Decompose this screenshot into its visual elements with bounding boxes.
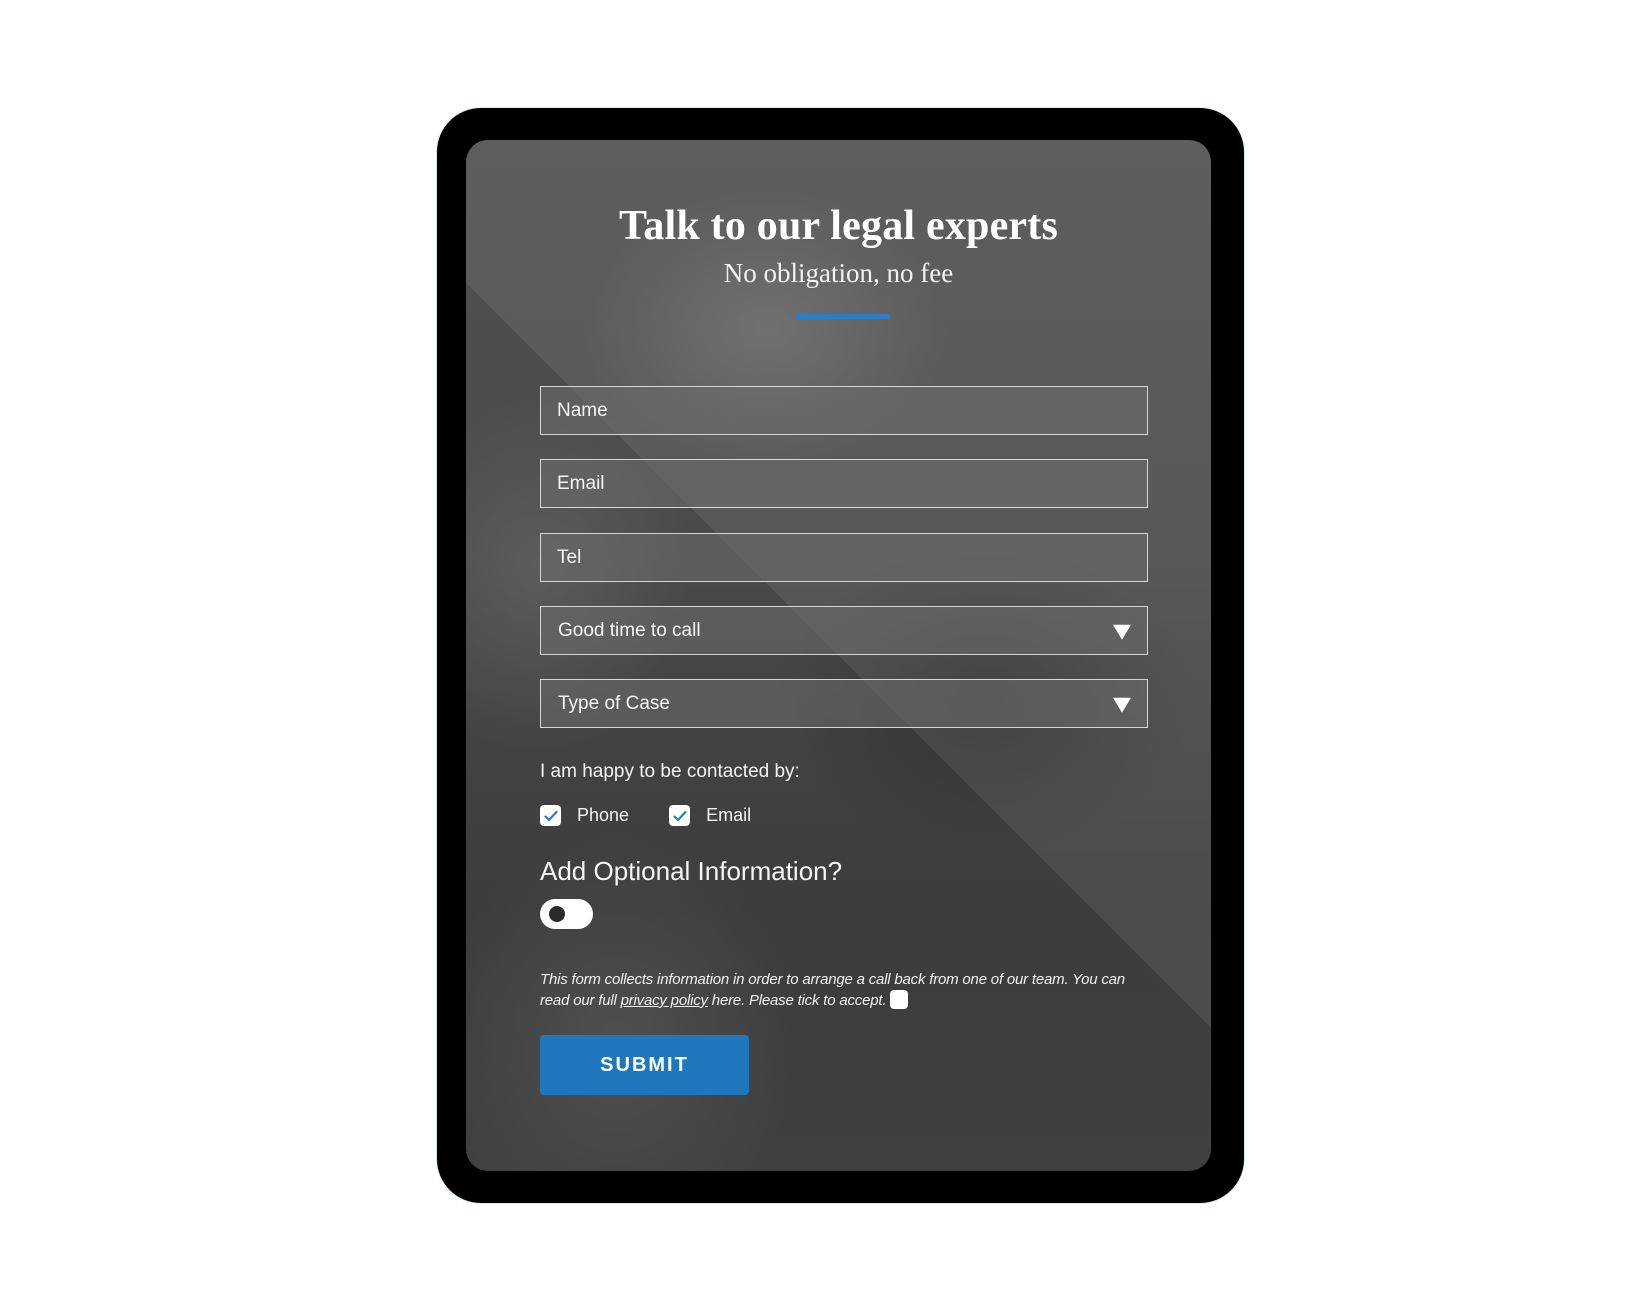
name-input[interactable]: Name <box>540 386 1148 435</box>
email-checkbox[interactable] <box>669 805 691 826</box>
submit-button[interactable]: SUBMIT <box>540 1035 749 1095</box>
background-overlay <box>466 140 1211 1171</box>
tel-input[interactable]: Tel <box>540 533 1148 582</box>
tablet-screen: Talk to our legal experts No obligation,… <box>466 140 1211 1171</box>
name-placeholder: Name <box>557 399 608 421</box>
checkmark-icon <box>672 810 687 821</box>
contact-phone-option[interactable]: Phone <box>540 805 629 826</box>
contact-options: Phone Email <box>540 805 791 826</box>
email-placeholder: Email <box>557 472 605 494</box>
email-option-label: Email <box>706 805 752 825</box>
consent-checkbox[interactable] <box>890 990 909 1009</box>
contact-email-option[interactable]: Email <box>669 805 751 826</box>
tel-placeholder: Tel <box>557 546 582 568</box>
privacy-policy-link[interactable]: privacy policy <box>621 992 708 1009</box>
good-time-select[interactable]: Good time to call <box>540 606 1148 655</box>
phone-label: Phone <box>577 805 630 825</box>
email-input[interactable]: Email <box>540 459 1148 508</box>
case-type-value: Type of Case <box>558 692 670 714</box>
checkmark-icon <box>543 810 558 821</box>
dropdown-arrow-icon <box>1113 697 1131 713</box>
case-type-select[interactable]: Type of Case <box>540 679 1148 728</box>
form-title: Talk to our legal experts <box>618 203 1058 249</box>
phone-checkbox[interactable] <box>540 805 561 826</box>
contact-preference-label: I am happy to be contacted by: <box>540 761 800 782</box>
good-time-value: Good time to call <box>558 619 701 641</box>
toggle-knob <box>549 906 565 922</box>
consent-text: This form collects information in order … <box>540 969 1150 1011</box>
title-divider <box>796 314 890 319</box>
optional-info-heading: Add Optional Information? <box>540 856 843 886</box>
consent-text-after: here. Please tick to accept. <box>707 992 887 1009</box>
optional-info-toggle[interactable] <box>540 899 593 929</box>
form-subtitle: No obligation, no fee <box>723 258 954 288</box>
dropdown-arrow-icon <box>1113 624 1131 640</box>
